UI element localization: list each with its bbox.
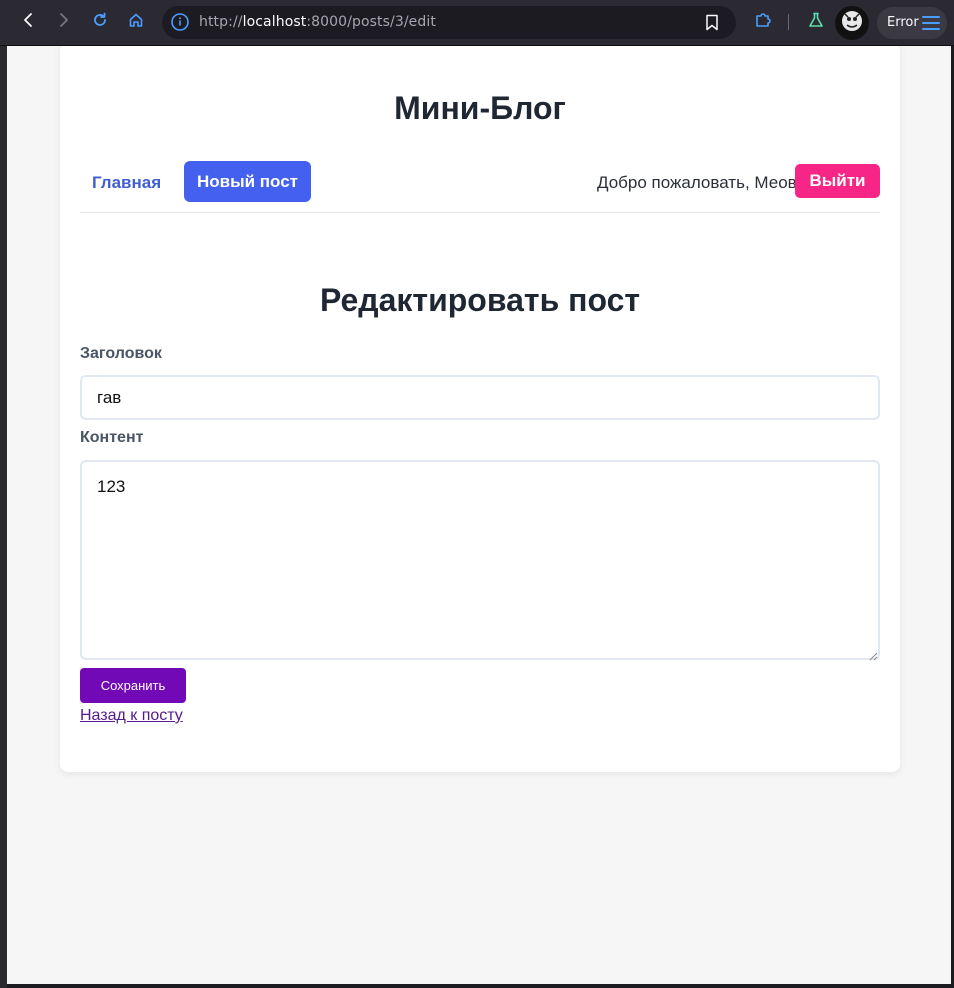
- logout-button[interactable]: Выйти: [795, 164, 880, 198]
- save-button[interactable]: Сохранить: [80, 668, 186, 703]
- site-title: Мини-Блог: [394, 90, 566, 126]
- browser-window: http://localhost:8000/posts/3/edit Error: [0, 0, 954, 988]
- forward-button[interactable]: [50, 8, 78, 36]
- bookmark-icon[interactable]: [705, 14, 719, 36]
- home-button[interactable]: [122, 8, 150, 36]
- content-textarea[interactable]: 123: [80, 460, 880, 660]
- content-label: Контент: [80, 429, 144, 446]
- page-viewport: Мини-Блог Главная Новый пост Добро пожал…: [7, 46, 951, 984]
- back-to-post-link[interactable]: Назад к посту: [80, 707, 183, 725]
- title-label: Заголовок: [80, 345, 162, 362]
- resize-grip-icon[interactable]: [868, 648, 878, 661]
- account-avatar[interactable]: [835, 6, 869, 40]
- toolbar-separator: [788, 14, 789, 30]
- nav-home-link[interactable]: Главная: [92, 173, 161, 193]
- browser-toolbar: http://localhost:8000/posts/3/edit Error: [0, 0, 954, 46]
- error-label: Error: [887, 15, 919, 30]
- address-bar[interactable]: http://localhost:8000/posts/3/edit: [162, 6, 736, 39]
- flask-icon: [808, 12, 824, 33]
- back-button[interactable]: [14, 8, 42, 36]
- menu-icon[interactable]: [922, 15, 940, 36]
- url-text: http://localhost:8000/posts/3/edit: [199, 14, 436, 30]
- welcome-text: Добро пожаловать, Меов: [597, 173, 797, 192]
- content-card: Мини-Блог Главная Новый пост Добро пожал…: [60, 46, 900, 772]
- forward-arrow-icon: [56, 12, 72, 33]
- window-edge: [0, 46, 7, 988]
- nav-new-post-button[interactable]: Новый пост: [184, 161, 311, 202]
- site-info-icon[interactable]: [171, 13, 189, 36]
- back-arrow-icon: [20, 12, 36, 33]
- home-icon: [128, 12, 144, 33]
- error-indicator[interactable]: Error: [877, 7, 947, 39]
- reload-button[interactable]: [86, 8, 114, 36]
- labs-button[interactable]: [802, 8, 830, 36]
- extensions-button[interactable]: [749, 8, 777, 36]
- profile-icon: [841, 10, 863, 37]
- puzzle-icon: [754, 11, 772, 34]
- reload-icon: [92, 12, 108, 33]
- nav-divider: [80, 212, 880, 213]
- page-title: Редактировать пост: [319, 282, 641, 318]
- title-input[interactable]: [80, 375, 880, 420]
